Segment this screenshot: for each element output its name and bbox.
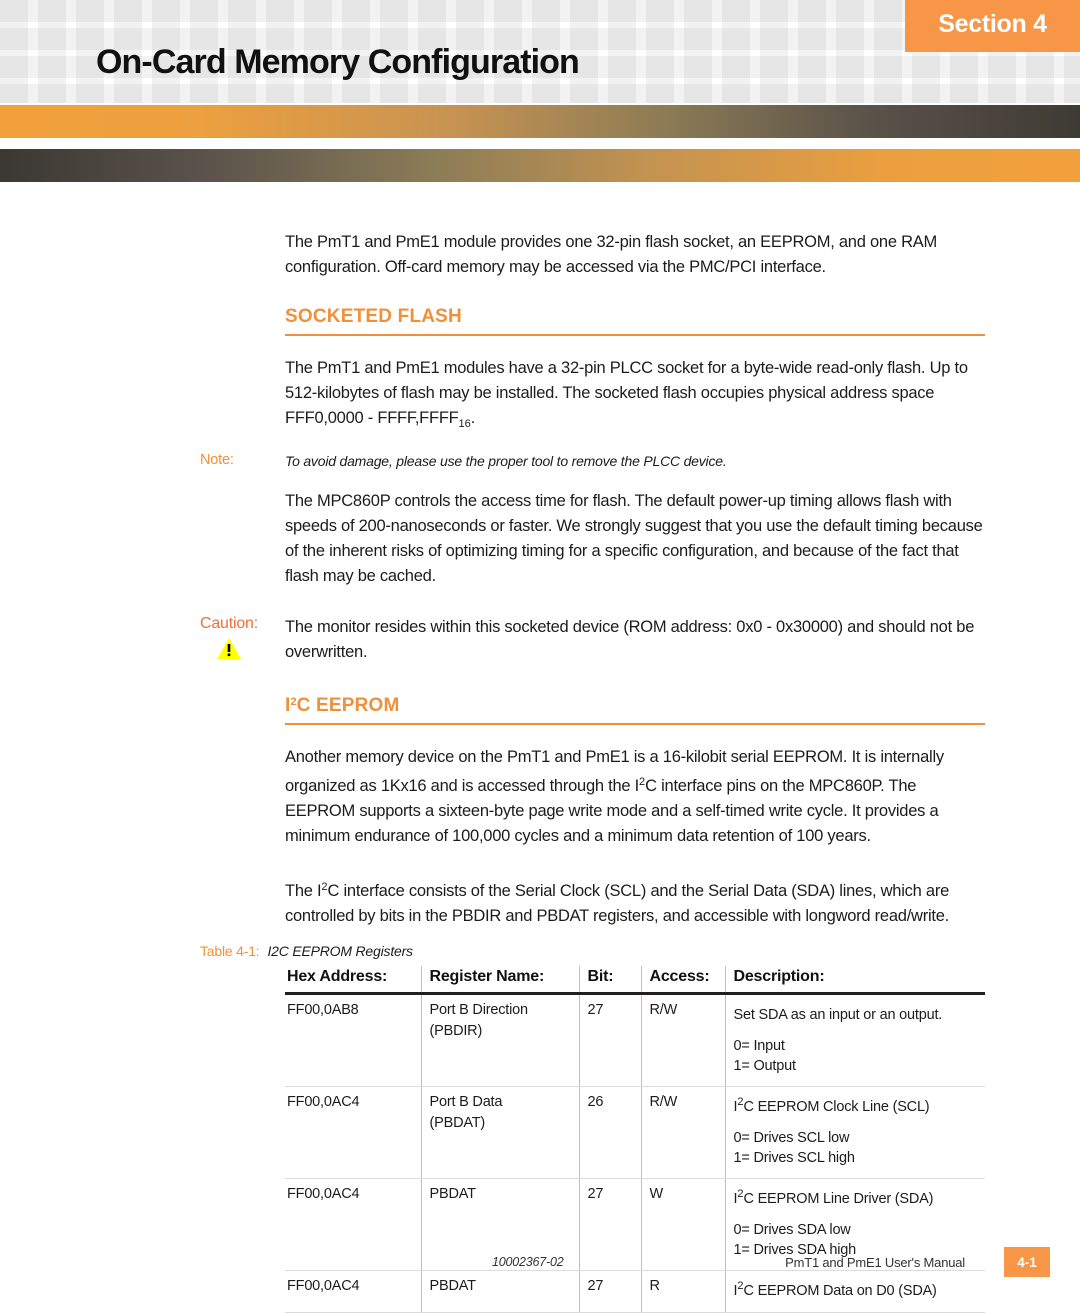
warning-triangle-icon: [217, 638, 241, 659]
flash-para-period: .: [470, 409, 476, 427]
register-name-line2: (PBDIR): [429, 1023, 483, 1039]
flash-para-text: The PmT1 and PmE1 modules have a 32-pin …: [285, 359, 968, 427]
register-name-line2: (PBDAT): [429, 1115, 486, 1131]
heading-rule-i2c-eeprom: [285, 723, 985, 725]
desc-sub-list: 0= Drives SCL low 1= Drives SCL high: [734, 1128, 980, 1168]
note-label-col: Note:: [200, 451, 285, 471]
cell-hex-address: FF00,0AC4: [285, 1086, 421, 1179]
cell-register-name: Port B Direction (PBDIR): [420, 993, 579, 1087]
desc-main: C EEPROM Clock Line (SCL): [743, 1099, 930, 1115]
i2c-paragraph-1: Another memory device on the PmT1 and Pm…: [285, 745, 985, 849]
cell-register-name: Port B Data (PBDAT): [420, 1086, 579, 1179]
cell-description: I2C EEPROM Clock Line (SCL) 0= Drives SC…: [724, 1086, 985, 1179]
page-title: On-Card Memory Configuration: [96, 43, 580, 81]
cell-hex-address: FF00,0AB8: [285, 993, 421, 1087]
page-header: Section 4 On-Card Memory Configuration: [0, 0, 1080, 103]
caution-label-col: Caution:: [200, 615, 285, 665]
table-caption: Table 4-1: I2C EEPROM Registers: [200, 943, 1080, 959]
desc-sub-item: 1= Output: [733, 1058, 796, 1074]
socketed-flash-paragraph-1: The PmT1 and PmE1 modules have a 32-pin …: [285, 356, 985, 437]
desc-sub-item: 0= Drives SCL low: [733, 1130, 850, 1146]
table-caption-title: I2C EEPROM Registers: [267, 943, 413, 959]
col-header-register-name: Register Name:: [420, 966, 579, 995]
socketed-flash-paragraph-2: The MPC860P controls the access time for…: [285, 492, 983, 585]
header-gradient-bar-bottom: [0, 149, 1080, 182]
caution-text: The monitor resides within this socketed…: [285, 618, 975, 661]
desc-sub-item: 1= Drives SCL high: [733, 1150, 855, 1166]
cell-bit: 26: [578, 1086, 641, 1179]
page-footer: 10002367-02 PmT1 and PmE1 User's Manual …: [0, 1247, 1080, 1281]
table-caption-number: Table 4-1:: [200, 943, 260, 959]
cell-access: R/W: [640, 993, 725, 1087]
i2c-paragraph-2: The I2C interface consists of the Serial…: [285, 875, 985, 929]
socketed-flash-section: SOCKETED FLASH The PmT1 and PmE1 modules…: [285, 306, 985, 437]
note-body-col: To avoid damage, please use the proper t…: [285, 451, 985, 471]
caution-body-col: The monitor resides within this socketed…: [285, 615, 985, 665]
note-text: To avoid damage, please use the proper t…: [285, 453, 727, 469]
desc-main: Set SDA as an input or an output.: [733, 1007, 943, 1023]
desc-main: C EEPROM Line Driver (SDA): [743, 1191, 934, 1207]
heading-rule-socketed-flash: [285, 334, 985, 336]
desc-main: C EEPROM Data on D0 (SDA): [743, 1283, 937, 1299]
section-badge: Section 4: [905, 0, 1080, 52]
i2c-eeprom-section: I2C EEPROM Another memory device on the …: [285, 695, 985, 929]
intro-paragraph: The PmT1 and PmE1 module provides one 32…: [285, 233, 938, 276]
note-label: Note:: [200, 452, 234, 468]
heading-i2c-post: C EEPROM: [296, 695, 400, 716]
intro-block: The PmT1 and PmE1 module provides one 32…: [285, 230, 985, 280]
desc-sub-item: 0= Drives SDA low: [733, 1222, 851, 1238]
desc-sub-list: 0= Input 1= Output: [734, 1036, 980, 1076]
heading-i2c-eeprom: I2C EEPROM: [285, 695, 985, 723]
flash-timing-block: The MPC860P controls the access time for…: [285, 489, 985, 589]
footer-page-number: 4-1: [1004, 1247, 1050, 1277]
heading-socketed-flash: SOCKETED FLASH: [285, 306, 462, 327]
desc-sub-item: 0= Input: [733, 1038, 785, 1054]
col-header-hex-address: Hex Address:: [285, 966, 421, 995]
register-name-line1: Port B Data: [429, 1094, 503, 1110]
flash-base-subscript: 16: [458, 418, 471, 430]
register-name-line1: Port B Direction: [429, 1002, 529, 1018]
footer-doc-number: 10002367-02: [492, 1255, 564, 1269]
i2c-p2-b: C interface consists of the Serial Clock…: [285, 882, 950, 925]
col-header-description: Description:: [724, 966, 985, 995]
caution-callout: Caution: The monitor resides within this…: [200, 615, 985, 665]
page-content: The PmT1 and PmE1 module provides one 32…: [0, 230, 1080, 1313]
cell-access: R/W: [640, 1086, 725, 1179]
footer-manual-name: PmT1 and PmE1 User's Manual: [785, 1255, 965, 1270]
cell-description: Set SDA as an input or an output. 0= Inp…: [724, 993, 985, 1087]
i2c-p2-a: The I: [285, 882, 322, 900]
caution-label: Caution:: [200, 615, 258, 632]
table-header-row: Hex Address: Register Name: Bit: Access:…: [285, 966, 985, 995]
cell-bit: 27: [578, 993, 641, 1087]
table-head: Hex Address: Register Name: Bit: Access:…: [285, 966, 985, 995]
header-gradient-bar-top: [0, 105, 1080, 138]
col-header-access: Access:: [640, 966, 725, 995]
col-header-bit: Bit:: [578, 966, 641, 995]
table-row: FF00,0AC4 Port B Data (PBDAT) 26 R/W I2C…: [285, 1086, 985, 1179]
note-callout: Note: To avoid damage, please use the pr…: [200, 451, 985, 471]
table-row: FF00,0AB8 Port B Direction (PBDIR) 27 R/…: [285, 993, 985, 1087]
